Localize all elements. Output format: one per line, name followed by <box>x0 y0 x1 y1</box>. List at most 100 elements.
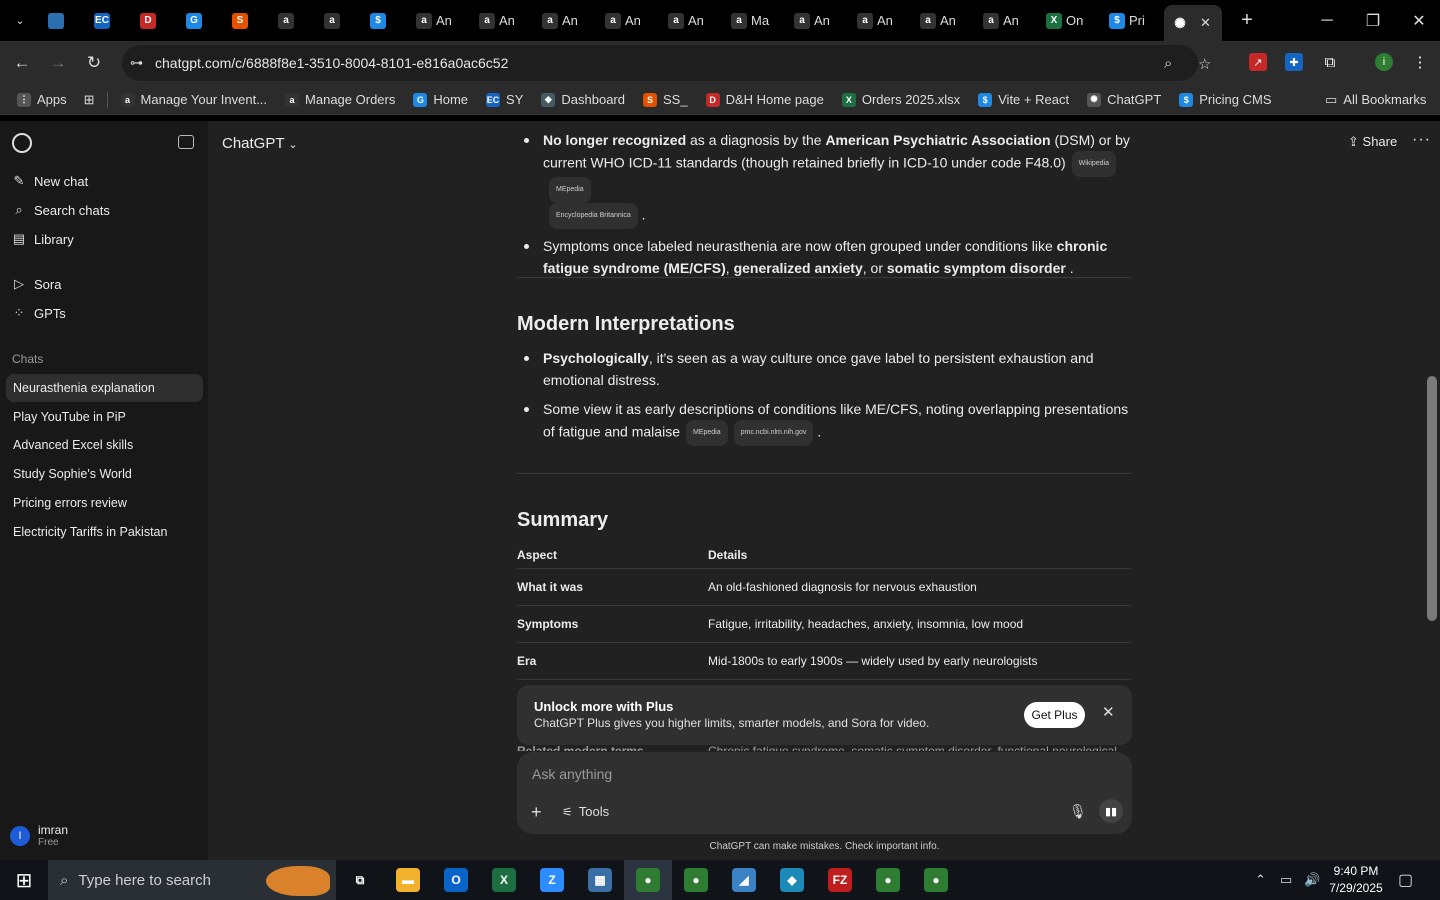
tab[interactable] <box>40 6 86 36</box>
chrome-icon[interactable]: ● <box>672 860 720 900</box>
tab[interactable]: a An <box>975 6 1038 36</box>
tools-button[interactable]: ⚟ Tools <box>562 804 609 819</box>
calculator-icon[interactable]: ▦ <box>576 860 624 900</box>
citation-pill[interactable]: pmc.ncbi.nlm.nih.gov <box>733 420 814 446</box>
tab-search-dropdown[interactable]: ⌄ <box>0 0 40 41</box>
tab[interactable]: $ <box>362 6 408 36</box>
bookmark-item[interactable]: ◆ Dashboard <box>532 92 634 107</box>
citation-pill[interactable]: MEpedia <box>549 177 591 203</box>
model-selector[interactable]: ChatGPT ⌄ <box>222 135 298 152</box>
sidebar-item-library[interactable]: ▤ Library <box>12 231 74 247</box>
bookmark-item[interactable]: G Home <box>404 92 477 107</box>
tab[interactable]: $ Pri <box>1101 6 1164 36</box>
extension-icon[interactable]: ✚ <box>1285 53 1303 71</box>
reload-button[interactable]: ↻ <box>76 45 112 81</box>
tab-groups-icon[interactable]: ⊞ <box>76 92 103 108</box>
bookmark-item[interactable]: $ Vite + React <box>969 92 1078 107</box>
tab[interactable]: a An <box>660 6 723 36</box>
windows-start-icon[interactable]: ⊞ <box>0 860 48 900</box>
chat-history-item[interactable]: Neurasthenia explanation <box>6 374 203 402</box>
bookmark-item[interactable]: ⋮ Apps <box>8 92 76 107</box>
sidebar-toggle-icon[interactable] <box>178 135 194 149</box>
extensions-puzzle-icon[interactable]: ⧉ <box>1321 53 1339 71</box>
tab[interactable]: X On <box>1038 6 1101 36</box>
back-button[interactable]: ← <box>4 45 40 81</box>
tab[interactable]: a Ma <box>723 6 786 36</box>
chat-history-item[interactable]: Pricing errors review <box>6 489 203 517</box>
file-explorer-icon[interactable]: ▬ <box>384 860 432 900</box>
openai-logo-icon[interactable] <box>12 133 32 153</box>
scrollbar[interactable] <box>1427 376 1437 621</box>
chat-history-item[interactable]: Advanced Excel skills <box>6 431 203 459</box>
tab[interactable]: a <box>270 6 316 36</box>
tab[interactable]: a An <box>534 6 597 36</box>
sidebar-item-new-chat[interactable]: ✎ New chat <box>12 173 89 189</box>
sidebar-item-sora[interactable]: ▷ Sora <box>12 276 61 292</box>
taskbar-search[interactable]: ⌕ Type here to search <box>48 860 336 900</box>
voice-mode-button[interactable]: ▮▮ <box>1099 799 1123 823</box>
sidebar-item-gpts[interactable]: ⁘ GPTs <box>12 305 66 321</box>
citation-pill[interactable]: Wikipedia <box>1071 151 1117 177</box>
app-icon[interactable]: ◆ <box>768 860 816 900</box>
zoom-icon[interactable]: Z <box>528 860 576 900</box>
microphone-icon[interactable]: 🎙 <box>1069 803 1087 820</box>
bookmark-item[interactable]: a Manage Your Invent... <box>112 92 276 107</box>
tab[interactable]: a An <box>408 6 471 36</box>
profile-avatar-icon[interactable]: i <box>1375 53 1393 71</box>
bookmark-item[interactable]: D D&H Home page <box>697 92 833 107</box>
chat-history-item[interactable]: Study Sophie's World <box>6 460 203 488</box>
volume-icon[interactable]: 🔊 <box>1304 860 1320 900</box>
outlook-icon[interactable]: O <box>432 860 480 900</box>
tab[interactable]: D <box>132 6 178 36</box>
citation-pill[interactable]: Encyclopedia Britannica <box>549 203 638 229</box>
tab[interactable]: S <box>224 6 270 36</box>
bookmark-item[interactable]: X Orders 2025.xlsx <box>833 92 969 107</box>
bookmark-item[interactable]: EC SY <box>477 92 532 107</box>
tab[interactable]: a An <box>849 6 912 36</box>
tab-chatgpt-active[interactable]: ✺ ✕ <box>1164 5 1222 41</box>
pdf-extension-icon[interactable]: ↗ <box>1249 53 1267 71</box>
bookmark-item[interactable]: a Manage Orders <box>276 92 404 107</box>
tab-close-icon[interactable]: ✕ <box>1200 15 1211 31</box>
site-info-icon[interactable]: ⊶ <box>130 55 143 71</box>
filezilla-icon[interactable]: FZ <box>816 860 864 900</box>
chrome-icon[interactable]: ● <box>912 860 960 900</box>
task-view-icon[interactable]: ⧉ <box>336 860 384 900</box>
share-button[interactable]: ⇪ Share <box>1348 134 1397 150</box>
tray-overflow-icon[interactable]: ⌃ <box>1255 860 1266 900</box>
bookmark-item[interactable]: S SS_ <box>634 92 697 107</box>
get-plus-button[interactable]: Get Plus <box>1024 702 1085 728</box>
bookmark-item[interactable]: ✺ ChatGPT <box>1078 92 1170 107</box>
excel-icon[interactable]: X <box>480 860 528 900</box>
more-options-icon[interactable]: ··· <box>1412 131 1431 149</box>
tab[interactable]: a <box>316 6 362 36</box>
restore-button[interactable]: ❐ <box>1350 0 1396 41</box>
zoom-icon[interactable]: ⌕ <box>1164 55 1172 72</box>
chat-history-item[interactable]: Electricity Tariffs in Pakistan <box>6 518 203 546</box>
sidebar-item-search-chats[interactable]: ⌕ Search chats <box>12 202 110 218</box>
notifications-icon[interactable]: ▢ <box>1398 860 1413 900</box>
user-profile[interactable]: I imran Free <box>10 824 68 848</box>
forward-button[interactable]: → <box>40 45 76 81</box>
tab[interactable]: a An <box>471 6 534 36</box>
close-icon[interactable]: ✕ <box>1102 703 1115 721</box>
citation-pill[interactable]: MEpedia <box>685 420 728 446</box>
minimize-button[interactable]: ─ <box>1304 0 1350 41</box>
browser-menu-icon[interactable]: ⋮ <box>1411 53 1429 71</box>
tab[interactable]: a An <box>597 6 660 36</box>
all-bookmarks[interactable]: ▭ All Bookmarks <box>1316 92 1435 108</box>
new-tab-button[interactable]: + <box>1232 9 1262 32</box>
clock[interactable]: 9:40 PM 7/29/2025 <box>1328 863 1384 897</box>
add-attachment-button[interactable]: + <box>531 802 542 823</box>
chrome-icon[interactable]: ● <box>624 860 672 900</box>
address-bar[interactable]: ⊶ chatgpt.com/c/6888f8e1-3510-8004-8101-… <box>122 45 1211 81</box>
tab[interactable]: G <box>178 6 224 36</box>
tab[interactable]: EC <box>86 6 132 36</box>
bookmark-item[interactable]: $ Pricing CMS <box>1170 92 1280 107</box>
chat-history-item[interactable]: Play YouTube in PiP <box>6 403 203 431</box>
tab[interactable]: a An <box>786 6 849 36</box>
chrome-icon[interactable]: ● <box>864 860 912 900</box>
bookmark-star-icon[interactable]: ☆ <box>1198 55 1211 73</box>
notes-icon[interactable]: ◢ <box>720 860 768 900</box>
prompt-input[interactable] <box>532 764 1052 784</box>
